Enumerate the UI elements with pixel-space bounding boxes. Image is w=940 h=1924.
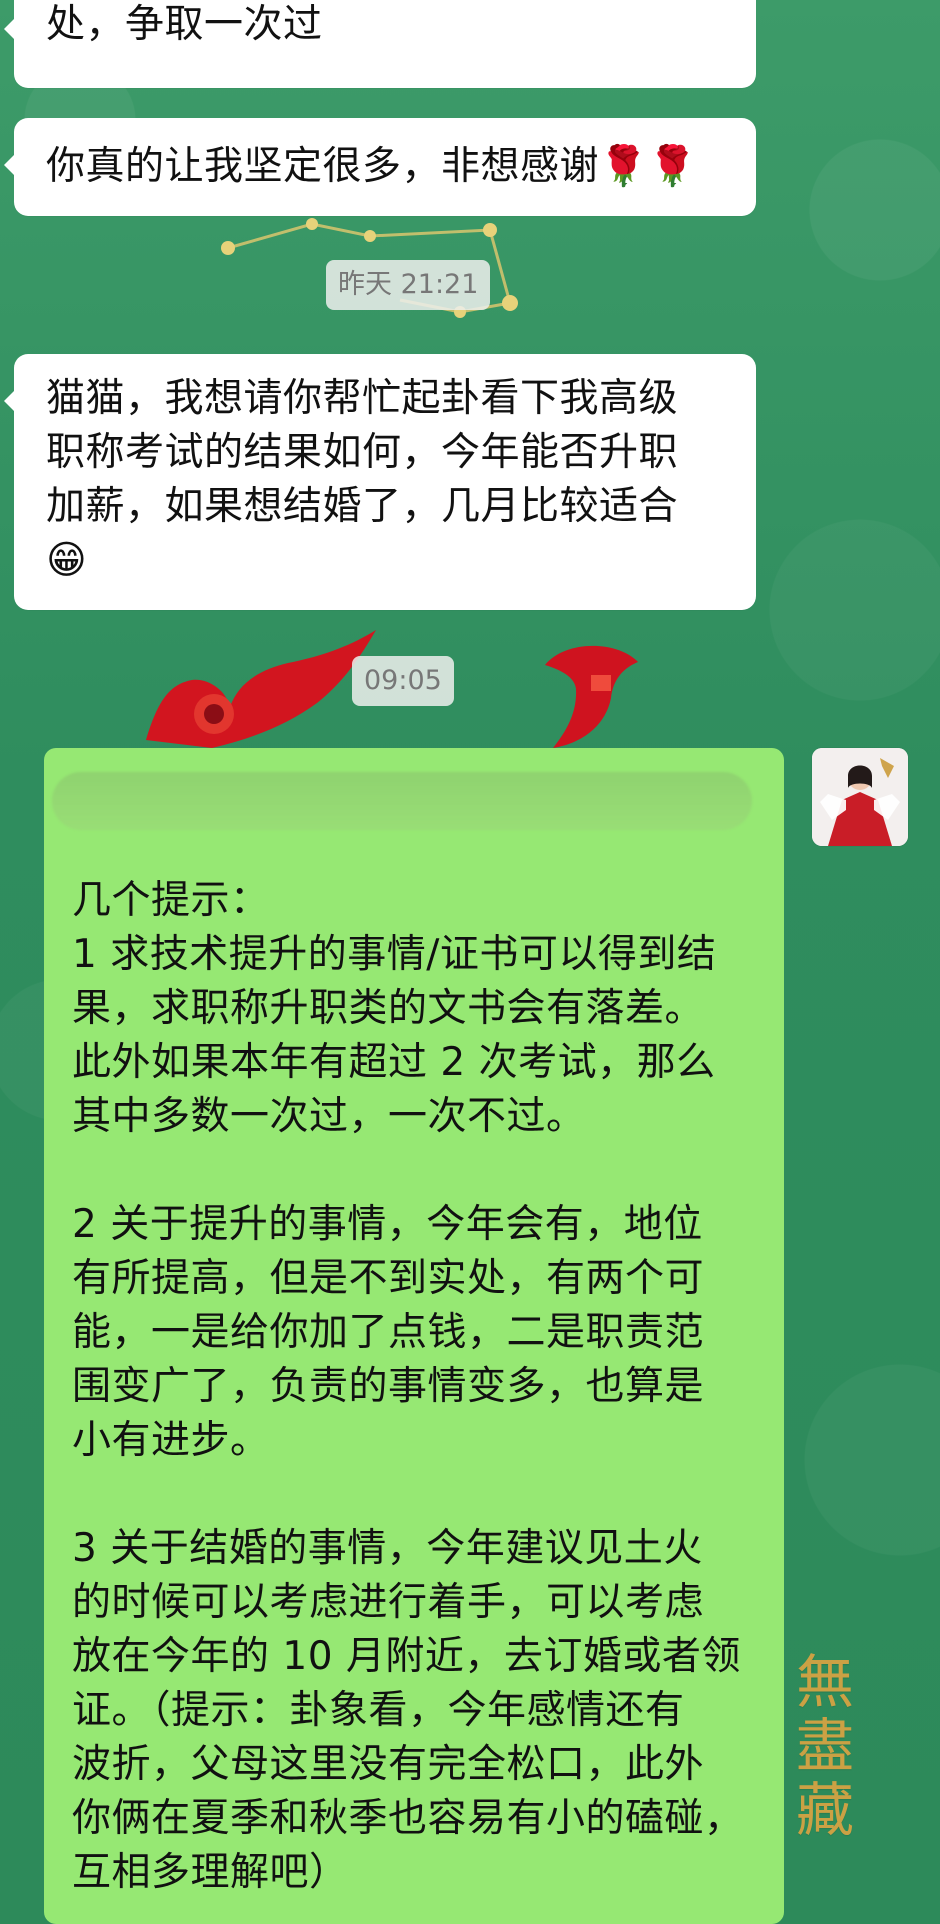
message-text-3: 猫猫，我想请你帮忙起卦看下我高级 职称考试的结果如何，今年能否升职 加薪，如果想…	[46, 376, 679, 583]
message-bubble-3: 猫猫，我想请你帮忙起卦看下我高级 职称考试的结果如何，今年能否升职 加薪，如果想…	[4, 354, 756, 610]
message-text-2: 你真的让我坚定很多，非想感谢🌹🌹	[46, 144, 698, 189]
red-decorative-art-right	[535, 640, 655, 755]
red-decorative-art-left	[136, 630, 386, 750]
message-text-4: 几个提示： 1 求技术提升的事情/证书可以得到结 果，求职称升职类的文书会有落差…	[72, 878, 744, 1895]
redacted-text-bar	[52, 772, 752, 830]
timestamp-yesterday: 昨天 21:21	[326, 260, 491, 310]
timestamp-today: 09:05	[352, 656, 454, 706]
seal-text: 無 盡 藏	[795, 1648, 854, 1844]
message-bubble-1: 处，争取一次过	[4, 0, 756, 88]
avatar[interactable]	[812, 748, 908, 846]
message-bubble-4: 几个提示： 1 求技术提升的事情/证书可以得到结 果，求职称升职类的文书会有落差…	[44, 748, 784, 1924]
message-bubble-2: 你真的让我坚定很多，非想感谢🌹🌹	[4, 118, 756, 216]
message-text-1: 处，争取一次过	[46, 2, 323, 47]
